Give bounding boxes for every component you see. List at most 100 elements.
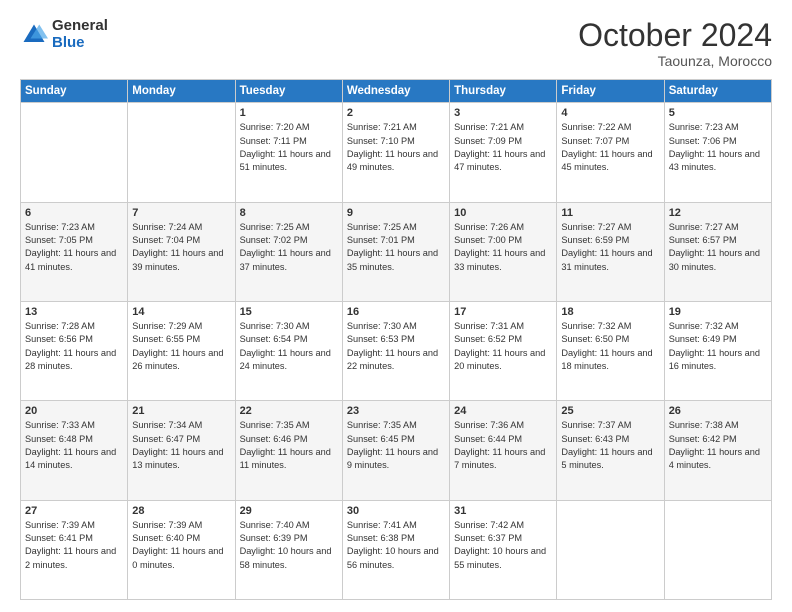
day-number: 31 (454, 505, 552, 517)
day-info: Sunrise: 7:25 AMSunset: 7:02 PMDaylight:… (240, 221, 338, 274)
day-number: 26 (669, 405, 767, 417)
col-header-saturday: Saturday (664, 80, 771, 103)
day-number: 4 (561, 107, 659, 119)
calendar-cell: 7Sunrise: 7:24 AMSunset: 7:04 PMDaylight… (128, 202, 235, 301)
calendar-cell: 9 Sunrise: 7:25 AMSunset: 7:01 PMDaylight… (342, 202, 449, 301)
day-number: 21 (132, 405, 230, 417)
logo-icon (20, 21, 48, 49)
day-number: 10 (454, 207, 552, 219)
day-info: Sunrise: 7:27 AMSunset: 6:59 PMDaylight:… (561, 221, 659, 274)
calendar-cell: 29 Sunrise: 7:40 AMSunset: 6:39 PMDayligh… (235, 500, 342, 599)
day-number: 14 (132, 306, 230, 318)
calendar-cell: 30 Sunrise: 7:41 AMSunset: 6:38 PMDayligh… (342, 500, 449, 599)
calendar-cell: 16Sunrise: 7:30 AMSunset: 6:53 PMDayligh… (342, 301, 449, 400)
calendar-cell: 24 Sunrise: 7:36 AMSunset: 6:44 PMDayligh… (450, 401, 557, 500)
day-info: Sunrise: 7:33 AMSunset: 6:48 PMDaylight:… (25, 419, 123, 472)
day-info: Sunrise: 7:27 AMSunset: 6:57 PMDaylight:… (669, 221, 767, 274)
day-info: Sunrise: 7:32 AMSunset: 6:50 PMDaylight:… (561, 320, 659, 373)
day-number: 11 (561, 207, 659, 219)
col-header-monday: Monday (128, 80, 235, 103)
calendar-cell: 21 Sunrise: 7:34 AMSunset: 6:47 PMDayligh… (128, 401, 235, 500)
calendar-cell: 26 Sunrise: 7:38 AMSunset: 6:42 PMDayligh… (664, 401, 771, 500)
calendar-cell: 14 Sunrise: 7:29 AMSunset: 6:55 PMDayligh… (128, 301, 235, 400)
calendar-cell: 10 Sunrise: 7:26 AMSunset: 7:00 PMDayligh… (450, 202, 557, 301)
day-info: Sunrise: 7:30 AMSunset: 6:53 PMDaylight:… (347, 320, 445, 373)
day-info: Sunrise: 7:41 AMSunset: 6:38 PMDaylight:… (347, 519, 445, 572)
day-number: 29 (240, 505, 338, 517)
day-number: 25 (561, 405, 659, 417)
day-number: 8 (240, 207, 338, 219)
day-number: 19 (669, 306, 767, 318)
day-info: Sunrise: 7:21 AMSunset: 7:10 PMDaylight:… (347, 121, 445, 174)
header: General Blue October 2024 Taounza, Moroc… (20, 18, 772, 69)
col-header-sunday: Sunday (21, 80, 128, 103)
day-number: 12 (669, 207, 767, 219)
day-info: Sunrise: 7:38 AMSunset: 6:42 PMDaylight:… (669, 419, 767, 472)
calendar-cell: 17 Sunrise: 7:31 AMSunset: 6:52 PMDayligh… (450, 301, 557, 400)
calendar-cell: 20 Sunrise: 7:33 AMSunset: 6:48 PMDayligh… (21, 401, 128, 500)
day-number: 22 (240, 405, 338, 417)
day-info: Sunrise: 7:40 AMSunset: 6:39 PMDaylight:… (240, 519, 338, 572)
calendar-cell: 8 Sunrise: 7:25 AMSunset: 7:02 PMDaylight… (235, 202, 342, 301)
day-number: 20 (25, 405, 123, 417)
day-number: 13 (25, 306, 123, 318)
day-number: 28 (132, 505, 230, 517)
day-number: 18 (561, 306, 659, 318)
calendar-cell: 2 Sunrise: 7:21 AMSunset: 7:10 PMDaylight… (342, 103, 449, 202)
day-info: Sunrise: 7:21 AMSunset: 7:09 PMDaylight:… (454, 121, 552, 174)
day-info: Sunrise: 7:42 AMSunset: 6:37 PMDaylight:… (454, 519, 552, 572)
col-header-thursday: Thursday (450, 80, 557, 103)
day-info: Sunrise: 7:36 AMSunset: 6:44 PMDaylight:… (454, 419, 552, 472)
day-number: 24 (454, 405, 552, 417)
day-info: Sunrise: 7:30 AMSunset: 6:54 PMDaylight:… (240, 320, 338, 373)
calendar-cell: 3 Sunrise: 7:21 AMSunset: 7:09 PMDaylight… (450, 103, 557, 202)
title-block: October 2024 Taounza, Morocco (578, 18, 772, 69)
day-info: Sunrise: 7:32 AMSunset: 6:49 PMDaylight:… (669, 320, 767, 373)
calendar-cell: 15 Sunrise: 7:30 AMSunset: 6:54 PMDayligh… (235, 301, 342, 400)
day-info: Sunrise: 7:28 AMSunset: 6:56 PMDaylight:… (25, 320, 123, 373)
day-info: Sunrise: 7:39 AMSunset: 6:41 PMDaylight:… (25, 519, 123, 572)
page: General Blue October 2024 Taounza, Moroc… (0, 0, 792, 612)
location-subtitle: Taounza, Morocco (578, 53, 772, 69)
day-info: Sunrise: 7:25 AMSunset: 7:01 PMDaylight:… (347, 221, 445, 274)
calendar-cell: 22 Sunrise: 7:35 AMSunset: 6:46 PMDayligh… (235, 401, 342, 500)
day-number: 3 (454, 107, 552, 119)
day-number: 5 (669, 107, 767, 119)
day-info: Sunrise: 7:26 AMSunset: 7:00 PMDaylight:… (454, 221, 552, 274)
day-number: 1 (240, 107, 338, 119)
calendar-cell: 4 Sunrise: 7:22 AMSunset: 7:07 PMDaylight… (557, 103, 664, 202)
logo-text: General Blue (52, 18, 108, 51)
day-number: 30 (347, 505, 445, 517)
col-header-friday: Friday (557, 80, 664, 103)
day-number: 17 (454, 306, 552, 318)
day-info: Sunrise: 7:34 AMSunset: 6:47 PMDaylight:… (132, 419, 230, 472)
col-header-tuesday: Tuesday (235, 80, 342, 103)
calendar-cell: 23Sunrise: 7:35 AMSunset: 6:45 PMDayligh… (342, 401, 449, 500)
day-number: 2 (347, 107, 445, 119)
calendar-cell (128, 103, 235, 202)
day-info: Sunrise: 7:22 AMSunset: 7:07 PMDaylight:… (561, 121, 659, 174)
day-info: Sunrise: 7:29 AMSunset: 6:55 PMDaylight:… (132, 320, 230, 373)
calendar-cell: 13 Sunrise: 7:28 AMSunset: 6:56 PMDayligh… (21, 301, 128, 400)
day-info: Sunrise: 7:37 AMSunset: 6:43 PMDaylight:… (561, 419, 659, 472)
calendar-cell (557, 500, 664, 599)
day-info: Sunrise: 7:31 AMSunset: 6:52 PMDaylight:… (454, 320, 552, 373)
day-number: 27 (25, 505, 123, 517)
logo: General Blue (20, 18, 108, 51)
calendar-cell: 25 Sunrise: 7:37 AMSunset: 6:43 PMDayligh… (557, 401, 664, 500)
day-number: 7 (132, 207, 230, 219)
calendar-cell: 12 Sunrise: 7:27 AMSunset: 6:57 PMDayligh… (664, 202, 771, 301)
day-info: Sunrise: 7:23 AMSunset: 7:06 PMDaylight:… (669, 121, 767, 174)
calendar-cell: 19 Sunrise: 7:32 AMSunset: 6:49 PMDayligh… (664, 301, 771, 400)
col-header-wednesday: Wednesday (342, 80, 449, 103)
day-info: Sunrise: 7:35 AMSunset: 6:45 PMDaylight:… (347, 419, 445, 472)
calendar-cell: 18 Sunrise: 7:32 AMSunset: 6:50 PMDayligh… (557, 301, 664, 400)
day-number: 15 (240, 306, 338, 318)
day-info: Sunrise: 7:35 AMSunset: 6:46 PMDaylight:… (240, 419, 338, 472)
day-number: 6 (25, 207, 123, 219)
calendar-cell (664, 500, 771, 599)
month-title: October 2024 (578, 18, 772, 53)
day-number: 9 (347, 207, 445, 219)
calendar-cell (21, 103, 128, 202)
calendar-cell: 11 Sunrise: 7:27 AMSunset: 6:59 PMDayligh… (557, 202, 664, 301)
